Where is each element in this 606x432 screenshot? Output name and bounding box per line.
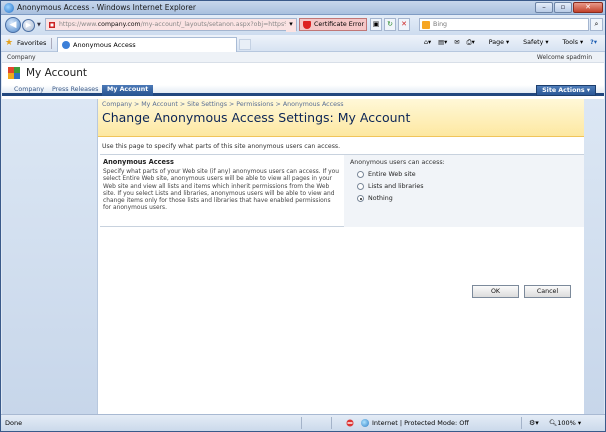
minimize-button[interactable]: – — [535, 2, 553, 13]
tools-menu[interactable]: Tools ▾ — [555, 39, 583, 47]
recent-pages-dropdown-icon[interactable]: ▼ — [37, 22, 41, 28]
blocked-content-icon[interactable] — [346, 419, 354, 427]
certificate-error-button[interactable]: Certificate Error — [299, 18, 367, 31]
print-icon[interactable]: ⎙▾ — [467, 39, 475, 47]
site-header: My Account — [2, 63, 604, 85]
radio-circle[interactable] — [357, 171, 364, 178]
status-text: Done — [5, 419, 23, 427]
maximize-button[interactable]: ▫ — [554, 2, 572, 13]
main-content: Company > My Account > Site Settings > P… — [98, 99, 604, 414]
page-icon — [62, 41, 70, 49]
cancel-button[interactable]: Cancel — [524, 285, 571, 298]
page-menu[interactable]: Page ▾ — [482, 39, 509, 47]
nav-company[interactable]: Company — [14, 86, 44, 93]
window-titlebar: Anonymous Access - Windows Internet Expl… — [1, 1, 605, 15]
security-zone[interactable]: Internet | Protected Mode: Off — [361, 419, 469, 427]
top-navigation: Company Press Releases My Account Site A… — [2, 85, 604, 96]
site-title[interactable]: My Account — [26, 67, 87, 79]
radio-nothing[interactable]: Nothing — [356, 194, 578, 206]
browser-window: Anonymous Access - Windows Internet Expl… — [0, 0, 606, 432]
back-button[interactable]: ◀ — [5, 17, 21, 33]
options-label: Anonymous users can access: — [350, 159, 445, 166]
forward-button[interactable]: ▶ — [22, 19, 35, 32]
browser-tab[interactable]: Anonymous Access — [57, 37, 237, 52]
tab-label: Anonymous Access — [73, 41, 136, 49]
welcome-menu[interactable]: Welcome spadmin — [537, 54, 592, 61]
radio-circle-selected[interactable] — [357, 195, 364, 202]
search-placeholder: Bing — [433, 21, 448, 28]
page-title: Change Anonymous Access Settings: My Acc… — [102, 110, 411, 125]
status-separator — [521, 417, 522, 429]
stop-icon[interactable]: ✕ — [398, 18, 410, 31]
access-options-panel: Anonymous users can access: Entire Web s… — [344, 155, 584, 227]
nav-my-account[interactable]: My Account — [102, 85, 154, 96]
home-icon[interactable]: ⌂▾ — [424, 39, 431, 47]
page-content: Company Welcome spadmin My Account Compa… — [2, 52, 604, 414]
bing-icon — [422, 21, 430, 29]
favorites-separator — [51, 38, 52, 49]
close-window-button[interactable]: ✕ — [573, 2, 603, 13]
nav-press-releases[interactable]: Press Releases — [52, 86, 98, 93]
window-title: Anonymous Access - Windows Internet Expl… — [17, 3, 197, 12]
anonymous-access-section: Anonymous Access Specify what parts of y… — [100, 154, 584, 227]
zoom-level[interactable]: 🔍︎100% ▾ — [549, 419, 581, 427]
radio-entire-web-site[interactable]: Entire Web site — [356, 170, 578, 182]
settings-icon[interactable]: ⚙▾ — [529, 419, 539, 427]
refresh-icon[interactable]: ↻ — [384, 18, 396, 31]
address-dropdown-icon[interactable]: ▾ — [286, 19, 296, 32]
page-description: Use this page to specify what parts of t… — [102, 143, 341, 150]
help-icon[interactable]: ?▾ — [590, 39, 597, 47]
sharepoint-logo-icon — [8, 67, 21, 80]
breadcrumb[interactable]: Company > My Account > Site Settings > P… — [102, 101, 344, 108]
status-separator — [301, 417, 302, 429]
address-bar[interactable]: https://www.company.com/my-account/_layo… — [45, 18, 297, 31]
section-heading: Anonymous Access — [103, 158, 174, 166]
page-title-area: Company > My Account > Site Settings > P… — [98, 99, 584, 137]
right-margin — [584, 99, 604, 414]
top-company-link[interactable]: Company — [7, 54, 36, 61]
favorites-star-icon[interactable]: ★ — [5, 38, 13, 48]
address-toolbar: ◀ ▶ ▼ https://www.company.com/my-account… — [1, 15, 605, 35]
status-bar: Done Internet | Protected Mode: Off ⚙▾ 🔍… — [1, 414, 605, 431]
safety-menu[interactable]: Safety ▾ — [516, 39, 548, 47]
search-input[interactable]: Bing — [419, 18, 589, 31]
mail-icon[interactable]: ✉ — [454, 39, 459, 47]
search-go-icon[interactable]: ⌕ — [590, 18, 603, 31]
address-url: https://www.company.com/my-account/_layo… — [59, 21, 291, 28]
radio-lists-and-libraries[interactable]: Lists and libraries — [356, 182, 578, 194]
sharepoint-top-bar: Company Welcome spadmin — [2, 52, 604, 63]
ok-button[interactable]: OK — [472, 285, 519, 298]
feeds-icon[interactable]: ▤▾ — [438, 39, 447, 47]
site-actions-menu[interactable]: Site Actions ▾ — [536, 85, 596, 96]
shield-icon — [303, 21, 311, 29]
left-navigation-pane — [2, 99, 98, 414]
section-description-panel: Anonymous Access Specify what parts of y… — [100, 155, 342, 227]
status-separator — [331, 417, 332, 429]
favorites-button[interactable]: Favorites — [17, 39, 46, 47]
internet-explorer-icon — [4, 3, 14, 13]
radio-circle[interactable] — [357, 183, 364, 190]
section-description: Specify what parts of your Web site (if … — [103, 169, 339, 212]
favorites-bar: ★ Favorites Anonymous Access ⌂▾ ▤▾ ✉ ⎙▾ … — [1, 35, 605, 52]
new-tab-button[interactable] — [239, 39, 251, 50]
compatibility-view-icon[interactable]: ▣ — [370, 18, 382, 31]
globe-icon — [361, 419, 369, 427]
command-bar: ⌂▾ ▤▾ ✉ ⎙▾ Page ▾ Safety ▾ Tools ▾ ?▾ — [417, 39, 597, 47]
site-icon — [49, 22, 55, 28]
